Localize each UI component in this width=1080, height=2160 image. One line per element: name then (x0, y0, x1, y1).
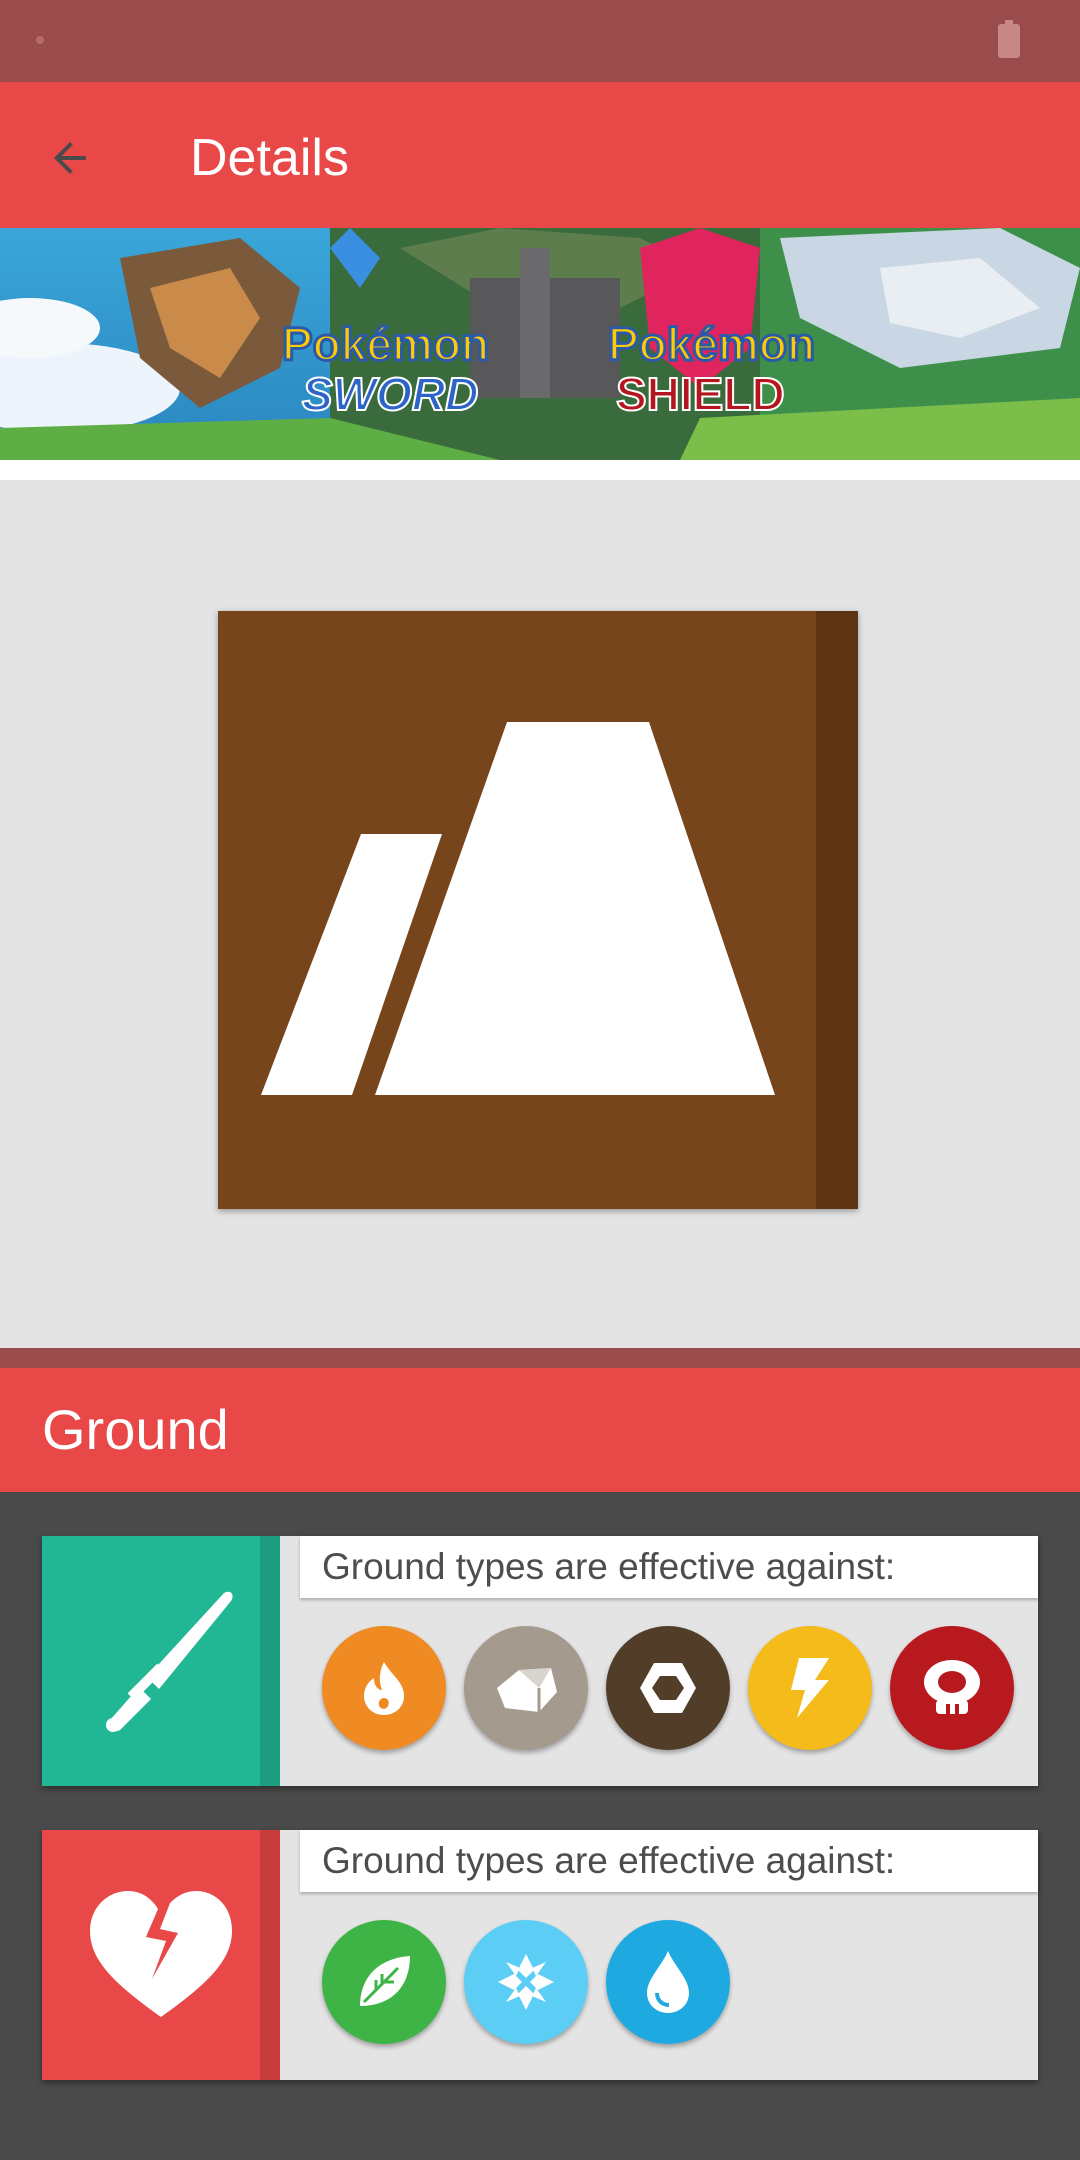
sword-logo-text: Pokémon (282, 318, 489, 370)
weak-label: Ground types are effective against: (322, 1840, 896, 1881)
type-hero (0, 480, 1080, 1348)
weak-label-box: Ground types are effective against: (300, 1830, 1038, 1892)
steel-icon (640, 1663, 696, 1713)
type-header: Ground (0, 1368, 1080, 1492)
fire-type-badge[interactable] (322, 1626, 446, 1750)
fire-icon (364, 1662, 404, 1715)
grass-icon (360, 1956, 410, 2006)
section-divider (0, 1348, 1080, 1368)
attack-tile (42, 1536, 280, 1786)
defense-tile-shade (260, 1830, 280, 2080)
weak-against-panel: Ground types are effective against: (42, 1830, 1038, 2080)
ice-type-badge[interactable] (464, 1920, 588, 2044)
weak-types-list (322, 1920, 748, 2044)
notification-dot (36, 36, 44, 44)
electric-type-badge[interactable] (748, 1626, 872, 1750)
defense-tile (42, 1830, 280, 2080)
ground-type-card (218, 611, 858, 1209)
back-button[interactable] (34, 122, 106, 194)
water-type-badge[interactable] (606, 1920, 730, 2044)
grass-type-badge[interactable] (322, 1920, 446, 2044)
ground-icon (261, 722, 775, 1095)
type-card-edge (816, 611, 858, 1209)
attack-tile-shade (260, 1536, 280, 1786)
battery-icon (998, 20, 1020, 58)
page-title: Details (190, 129, 349, 187)
shield-sub-text: SHIELD (616, 368, 785, 420)
effective-label-box: Ground types are effective against: (300, 1536, 1038, 1598)
game-banner: Pokémon SWORD Pokémon SHIELD (0, 228, 1080, 460)
effective-label: Ground types are effective against: (322, 1546, 896, 1587)
rock-type-badge[interactable] (464, 1626, 588, 1750)
status-bar (0, 0, 1080, 82)
poison-type-badge[interactable] (890, 1626, 1014, 1750)
effective-types-list (322, 1626, 1032, 1750)
poison-icon (924, 1660, 980, 1714)
app-bar: Details (0, 82, 1080, 228)
arrow-left-icon (54, 142, 86, 174)
water-icon (647, 1951, 689, 2013)
ice-icon (498, 1954, 554, 2010)
sword-sub-text: SWORD (302, 368, 478, 420)
type-name: Ground (42, 1398, 229, 1461)
effective-against-panel: Ground types are effective against: (42, 1536, 1038, 1786)
rock-icon (497, 1668, 557, 1712)
steel-type-badge[interactable] (606, 1626, 730, 1750)
shield-logo-text: Pokémon (608, 318, 815, 370)
banner-divider (0, 460, 1080, 480)
broken-heart-icon (90, 1891, 232, 2017)
sword-icon (106, 1591, 233, 1732)
electric-icon (791, 1658, 829, 1718)
